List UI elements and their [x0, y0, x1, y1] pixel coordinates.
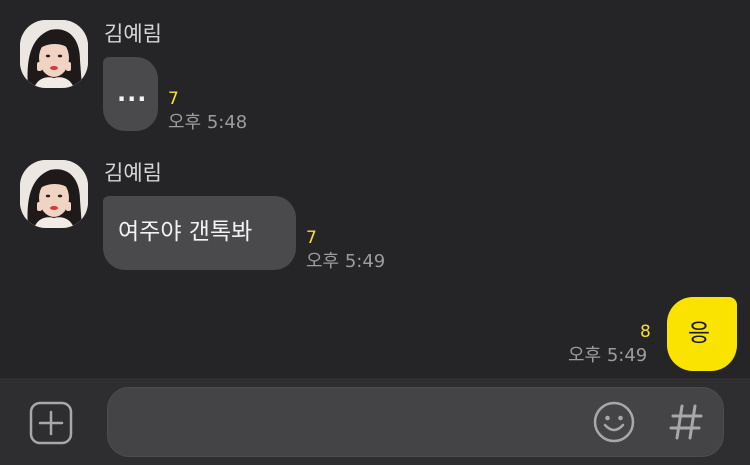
hashtag-icon: [669, 404, 703, 440]
message-bubble[interactable]: ...: [103, 57, 158, 131]
emoji-icon: [593, 401, 635, 443]
message-text: 여주야 갠톡봐: [118, 219, 253, 245]
message-input[interactable]: [126, 388, 570, 458]
sender-name: 김예림: [104, 22, 162, 46]
profile-photo-icon: [20, 160, 88, 228]
message-bubble[interactable]: 여주야 갠톡봐: [103, 196, 296, 270]
message-text: 응: [688, 319, 711, 347]
my-message-bubble[interactable]: 응: [667, 297, 737, 371]
avatar[interactable]: [20, 20, 88, 88]
unread-count: 7: [306, 228, 317, 248]
avatar[interactable]: [20, 160, 88, 228]
unread-count: 8: [640, 322, 651, 342]
profile-photo-icon: [20, 20, 88, 88]
message-input-field[interactable]: [107, 387, 724, 458]
message-time: 오후 5:48: [168, 112, 248, 133]
plus-box-icon: [29, 401, 73, 445]
message-input-bar: [0, 378, 750, 465]
sender-name: 김예림: [104, 161, 162, 185]
attach-button[interactable]: [29, 401, 73, 445]
unread-count: 7: [168, 89, 179, 109]
hashtag-button[interactable]: [664, 398, 708, 446]
message-time: 오후 5:49: [568, 345, 648, 366]
chat-area: 김예림 ... 7 오후 5:48 김예림 여주야 갠톡봐 7 오후 5:49 …: [0, 0, 750, 380]
message-time: 오후 5:49: [306, 251, 386, 272]
message-text: ...: [117, 79, 148, 107]
emoji-button[interactable]: [592, 400, 636, 444]
